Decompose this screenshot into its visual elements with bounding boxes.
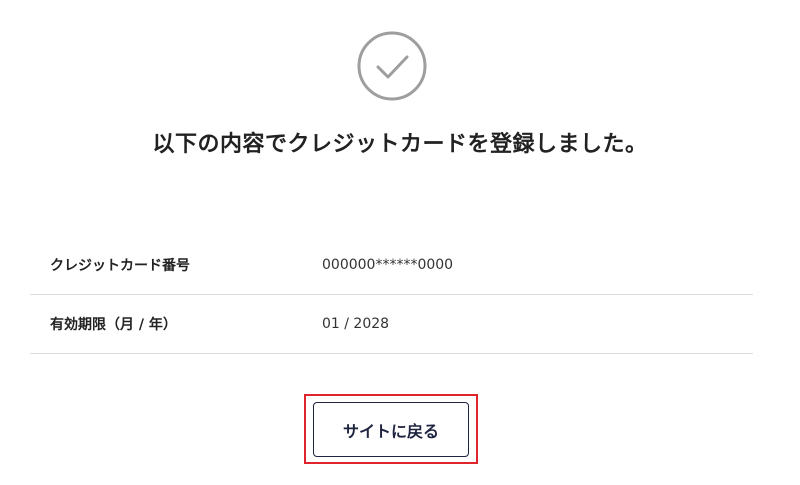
check-circle-icon <box>357 31 427 101</box>
card-info-table: クレジットカード番号 000000******0000 有効期限（月 / 年） … <box>30 236 753 354</box>
card-number-value: 000000******0000 <box>322 257 454 273</box>
expiry-label: 有効期限（月 / 年） <box>50 317 177 333</box>
page-title: 以下の内容でクレジットカードを登録しました。 <box>152 132 648 157</box>
back-to-site-button[interactable]: サイトに戻る <box>313 402 469 457</box>
expiry-value: 01 / 2028 <box>322 316 390 332</box>
expiry-row: 有効期限（月 / 年） 01 / 2028 <box>30 295 753 354</box>
card-number-row: クレジットカード番号 000000******0000 <box>30 236 753 295</box>
card-number-label: クレジットカード番号 <box>50 258 190 274</box>
